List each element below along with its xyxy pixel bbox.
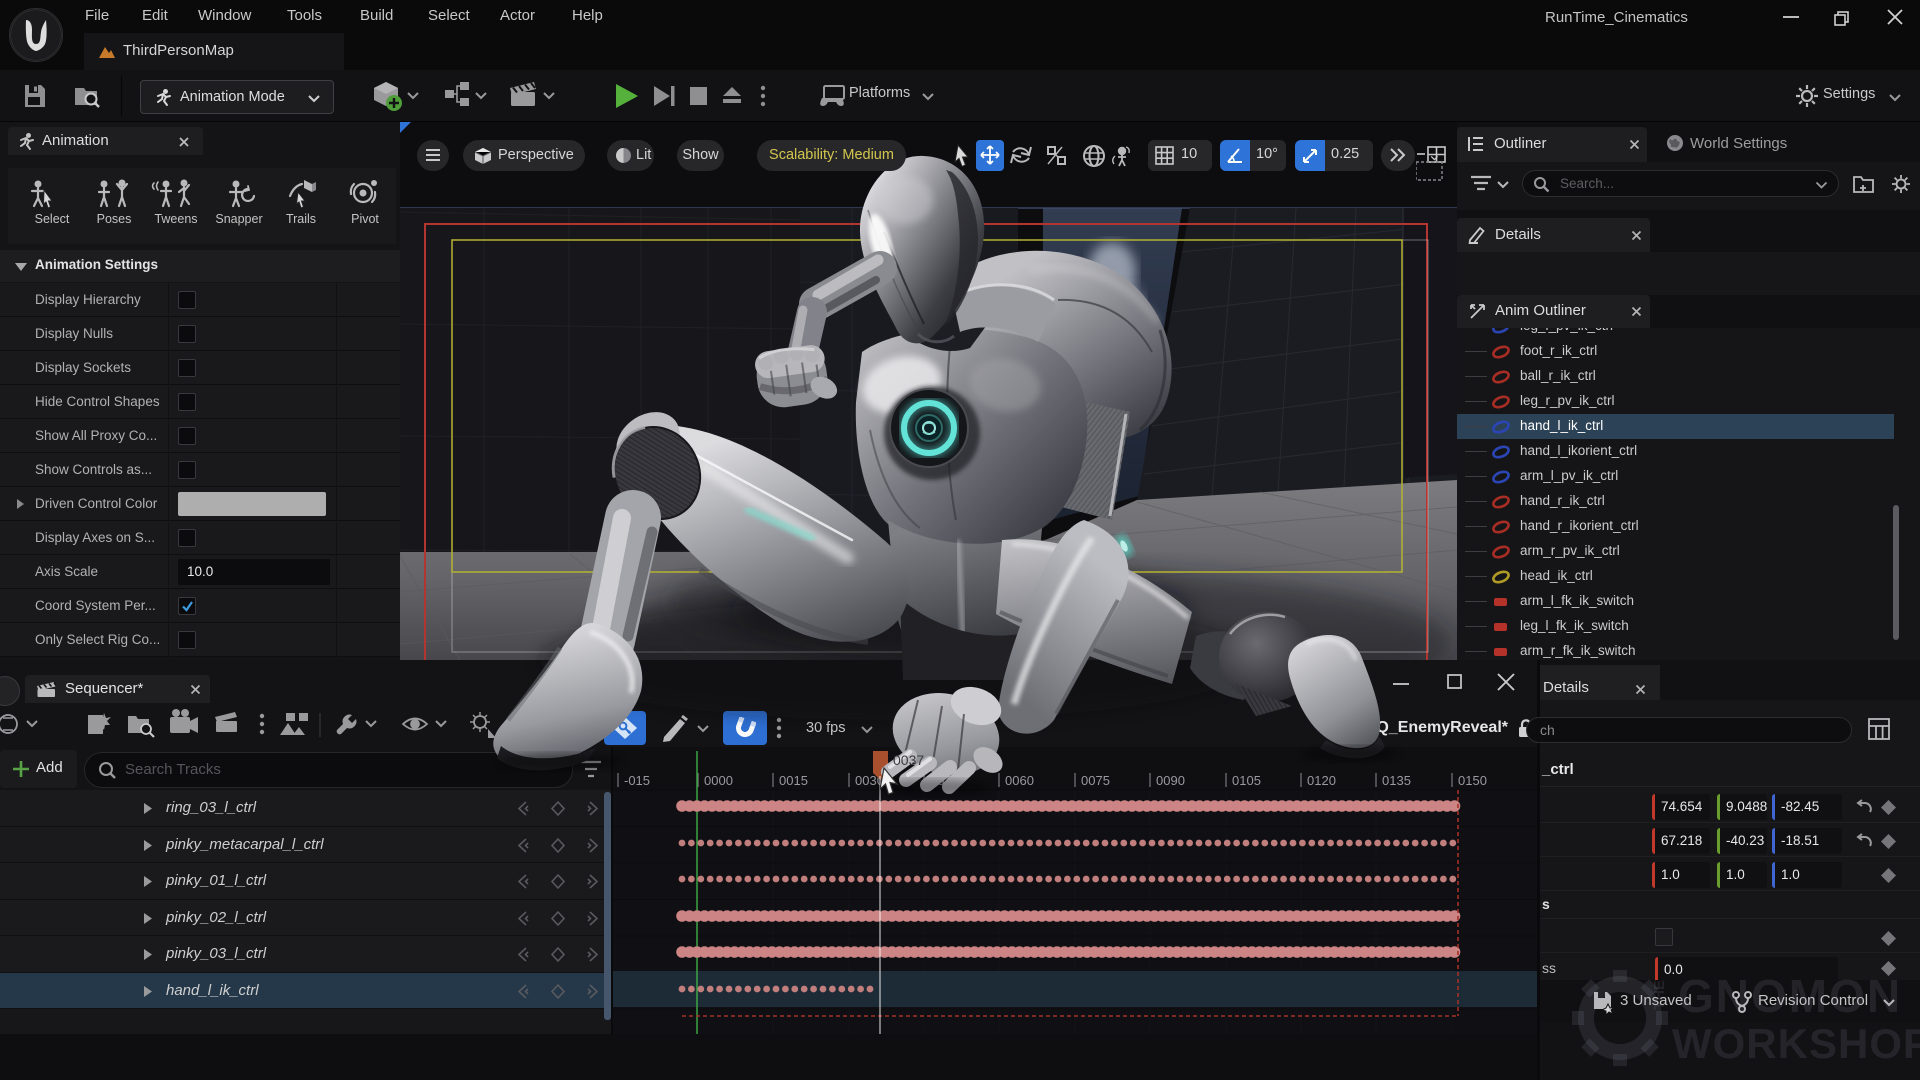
svg-text:0150: 0150: [1458, 773, 1487, 788]
svg-text:0135: 0135: [1382, 773, 1411, 788]
svg-text:0105: 0105: [1232, 773, 1261, 788]
svg-text:-015: -015: [624, 773, 650, 788]
svg-text:0075: 0075: [1081, 773, 1110, 788]
svg-text:0045: 0045: [930, 773, 959, 788]
svg-text:0015: 0015: [779, 773, 808, 788]
svg-text:0000: 0000: [704, 773, 733, 788]
svg-text:0060: 0060: [1005, 773, 1034, 788]
svg-text:0120: 0120: [1307, 773, 1336, 788]
svg-text:0090: 0090: [1156, 773, 1185, 788]
